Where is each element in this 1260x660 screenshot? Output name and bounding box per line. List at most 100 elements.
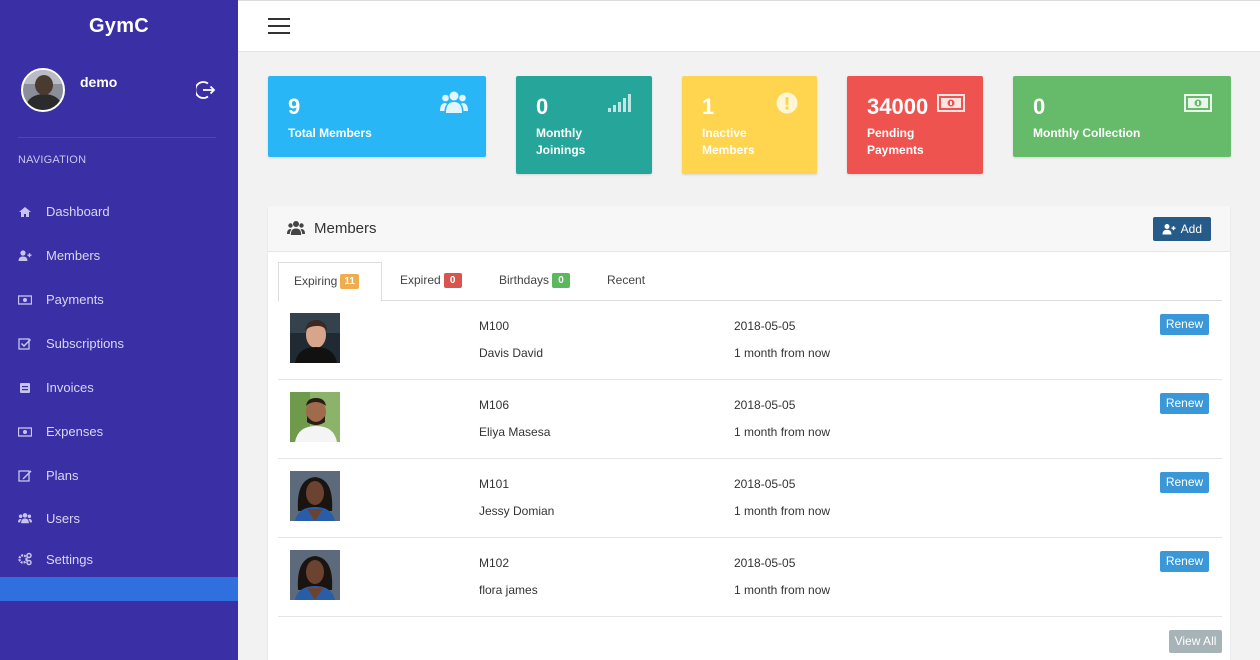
sidebar-item-settings[interactable]: Settings: [0, 539, 238, 580]
add-label: Add: [1180, 222, 1202, 236]
sidebar-item-label: Payments: [46, 292, 104, 307]
tab-birthdays[interactable]: Birthdays 0: [499, 262, 571, 301]
users-icon: [440, 91, 468, 113]
member-code: M101: [479, 477, 510, 491]
sidebar-item-plans[interactable]: Plans: [0, 454, 238, 498]
signal-icon: [608, 94, 631, 112]
sidebar-item-label: Plans: [46, 468, 79, 483]
renew-button[interactable]: Renew: [1160, 393, 1209, 414]
list-item[interactable]: M100 Davis David 2018-05-05 1 month from…: [278, 301, 1222, 380]
sidebar-item-label: Settings: [46, 552, 93, 567]
sidebar-item-label: Users: [46, 511, 80, 526]
stat-card-monthly-collection[interactable]: 0 Monthly Collection: [1013, 76, 1231, 157]
stat-value: 9: [288, 94, 301, 119]
sidebar-active-indicator[interactable]: [0, 577, 238, 601]
sidebar-item-label: Expenses: [46, 424, 104, 439]
money-icon: [937, 94, 965, 112]
renew-button[interactable]: Renew: [1160, 472, 1209, 493]
username: demo: [80, 74, 118, 90]
stat-label: Inactive Members: [702, 126, 755, 157]
birthdays-count-badge: 0: [552, 273, 571, 288]
member-photo[interactable]: [290, 392, 340, 442]
tab-label: Recent: [607, 273, 646, 287]
stat-value: 34000: [867, 94, 929, 119]
members-panel: Members Add Expiring 11 Expired 0 Birthday…: [268, 206, 1230, 660]
home-icon: [19, 207, 31, 217]
tab-recent[interactable]: Recent: [607, 262, 645, 301]
edit-icon: [18, 470, 32, 482]
stat-card-total-members[interactable]: 9 Total Members: [268, 76, 486, 157]
sidebar: GymC demo NAVIGATION Dashboard Members P…: [0, 0, 238, 660]
exclamation-icon: [776, 92, 798, 114]
view-all-button[interactable]: View All: [1169, 630, 1222, 653]
member-name: flora james: [479, 583, 538, 597]
member-list: M100 Davis David 2018-05-05 1 month from…: [278, 301, 1222, 617]
sidebar-item-payments[interactable]: Payments: [0, 278, 238, 322]
add-member-button[interactable]: Add: [1153, 217, 1211, 241]
stat-label: Pending Payments: [867, 126, 924, 157]
expiry-relative: 1 month from now: [734, 504, 831, 518]
sidebar-item-label: Members: [46, 248, 101, 263]
sidebar-item-label: Subscriptions: [46, 336, 125, 351]
member-code: M106: [479, 398, 510, 412]
tab-expired[interactable]: Expired 0: [400, 262, 462, 301]
renew-button[interactable]: Renew: [1160, 314, 1209, 335]
list-item[interactable]: M106 Eliya Masesa 2018-05-05 1 month fro…: [278, 380, 1222, 459]
tab-label: Expired: [400, 273, 441, 287]
menu-toggle-icon[interactable]: [268, 18, 290, 34]
expiry-date: 2018-05-05: [734, 319, 796, 333]
topbar: [238, 0, 1260, 52]
avatar[interactable]: [21, 68, 65, 112]
money-icon: [1184, 94, 1212, 112]
stat-card-pending-payments[interactable]: 34000 Pending Payments: [847, 76, 983, 174]
sidebar-item-dashboard[interactable]: Dashboard: [0, 190, 238, 234]
renew-button[interactable]: Renew: [1160, 551, 1209, 572]
users-icon: [287, 221, 305, 235]
panel-title: Members: [314, 220, 377, 237]
sidebar-item-users[interactable]: Users: [0, 498, 238, 539]
stat-value: 0: [536, 94, 549, 119]
expiry-date: 2018-05-05: [734, 398, 796, 412]
panel-header: Members Add: [268, 206, 1230, 252]
expiry-relative: 1 month from now: [734, 583, 831, 597]
add-user-icon: [18, 250, 32, 261]
member-name: Eliya Masesa: [479, 425, 551, 439]
stat-card-monthly-joinings[interactable]: 0 Monthly Joinings: [516, 76, 652, 174]
member-code: M100: [479, 319, 510, 333]
logout-icon[interactable]: [196, 80, 216, 100]
user-panel: demo: [18, 52, 216, 138]
app-brand[interactable]: GymC: [0, 0, 238, 52]
tab-label: Expiring: [294, 274, 338, 288]
sidebar-item-invoices[interactable]: Invoices: [0, 366, 238, 410]
sidebar-item-expenses[interactable]: Expenses: [0, 410, 238, 454]
check-square-icon: [18, 338, 32, 350]
list-item[interactable]: M101 Jessy Domian 2018-05-05 1 month fro…: [278, 459, 1222, 538]
expiry-relative: 1 month from now: [734, 425, 831, 439]
stat-label: Total Members: [288, 126, 372, 140]
member-photo[interactable]: [290, 313, 340, 363]
stat-label: Monthly Collection: [1033, 126, 1141, 140]
list-item[interactable]: M102 flora james 2018-05-05 1 month from…: [278, 538, 1222, 617]
cogs-icon: [18, 552, 32, 566]
expiry-relative: 1 month from now: [734, 346, 831, 360]
member-photo[interactable]: [290, 550, 340, 600]
sidebar-item-label: Dashboard: [46, 204, 110, 219]
users-icon: [18, 513, 32, 524]
sidebar-item-members[interactable]: Members: [0, 234, 238, 278]
tab-label: Birthdays: [499, 273, 550, 287]
add-user-icon: [1162, 224, 1176, 235]
member-name: Jessy Domian: [479, 504, 555, 518]
member-photo[interactable]: [290, 471, 340, 521]
stat-value: 1: [702, 94, 715, 119]
tab-expiring[interactable]: Expiring 11: [278, 262, 382, 302]
stat-label: Monthly Joinings: [536, 126, 586, 157]
stat-card-inactive-members[interactable]: 1 Inactive Members: [682, 76, 817, 174]
nav-title: NAVIGATION: [18, 154, 87, 166]
sidebar-item-subscriptions[interactable]: Subscriptions: [0, 322, 238, 366]
expired-count-badge: 0: [443, 273, 462, 288]
sidebar-item-label: Invoices: [46, 380, 94, 395]
money-icon: [18, 427, 32, 437]
nav-list: Dashboard Members Payments Subscriptions…: [0, 190, 238, 580]
stat-value: 0: [1033, 94, 1046, 119]
expiring-count-badge: 11: [340, 274, 359, 289]
